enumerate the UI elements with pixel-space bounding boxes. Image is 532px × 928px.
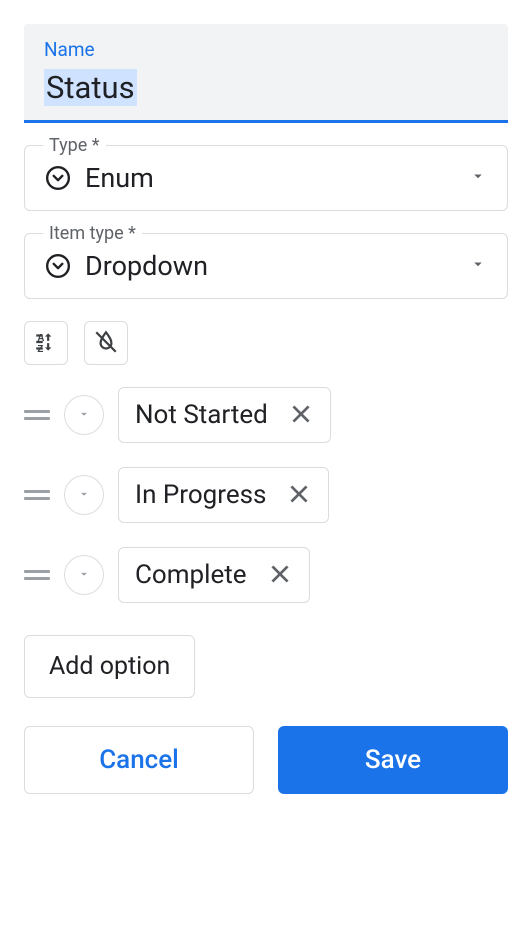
dropdown-type-icon <box>45 253 71 279</box>
option-label: Complete <box>135 560 247 590</box>
item-type-select-value: Dropdown <box>85 250 469 282</box>
name-label: Name <box>44 38 488 61</box>
toggle-colors-button[interactable] <box>84 321 128 365</box>
chevron-down-icon <box>77 567 91 584</box>
item-type-select[interactable]: Item type * Dropdown <box>24 233 508 299</box>
drag-handle-icon[interactable] <box>24 410 50 420</box>
remove-option-button[interactable] <box>267 561 293 590</box>
option-row: Complete <box>24 547 508 603</box>
option-label: In Progress <box>135 480 266 510</box>
type-select-value: Enum <box>85 162 469 194</box>
option-chip[interactable]: Not Started <box>118 387 331 443</box>
item-type-select-label: Item type * <box>43 223 142 244</box>
option-row: Not Started <box>24 387 508 443</box>
close-icon <box>267 561 293 590</box>
option-chip[interactable]: In Progress <box>118 467 329 523</box>
close-icon <box>288 401 314 430</box>
sort-options-button[interactable]: AZ <box>24 321 68 365</box>
save-button[interactable]: Save <box>278 726 508 794</box>
sort-az-icon: AZ <box>33 329 59 358</box>
chevron-down-icon <box>77 487 91 504</box>
color-off-icon <box>93 329 119 358</box>
chevron-down-icon <box>77 407 91 424</box>
option-chip[interactable]: Complete <box>118 547 310 603</box>
drag-handle-icon[interactable] <box>24 570 50 580</box>
drag-handle-icon[interactable] <box>24 490 50 500</box>
svg-text:Z: Z <box>37 343 43 354</box>
name-value: Status <box>44 69 137 106</box>
option-style-button[interactable] <box>64 475 104 515</box>
remove-option-button[interactable] <box>286 481 312 510</box>
chevron-down-icon <box>469 167 487 189</box>
name-field[interactable]: Name Status <box>24 24 508 123</box>
close-icon <box>286 481 312 510</box>
remove-option-button[interactable] <box>288 401 314 430</box>
option-style-button[interactable] <box>64 395 104 435</box>
option-style-button[interactable] <box>64 555 104 595</box>
options-toolbar: AZ <box>24 321 508 365</box>
option-row: In Progress <box>24 467 508 523</box>
chevron-down-icon <box>469 255 487 277</box>
type-select[interactable]: Type * Enum <box>24 145 508 211</box>
enum-type-icon <box>45 165 71 191</box>
cancel-button[interactable]: Cancel <box>24 726 254 794</box>
add-option-button[interactable]: Add option <box>24 635 195 698</box>
type-select-label: Type * <box>43 135 106 156</box>
footer-buttons: Cancel Save <box>24 726 508 794</box>
option-label: Not Started <box>135 400 268 430</box>
svg-text:A: A <box>37 332 44 343</box>
